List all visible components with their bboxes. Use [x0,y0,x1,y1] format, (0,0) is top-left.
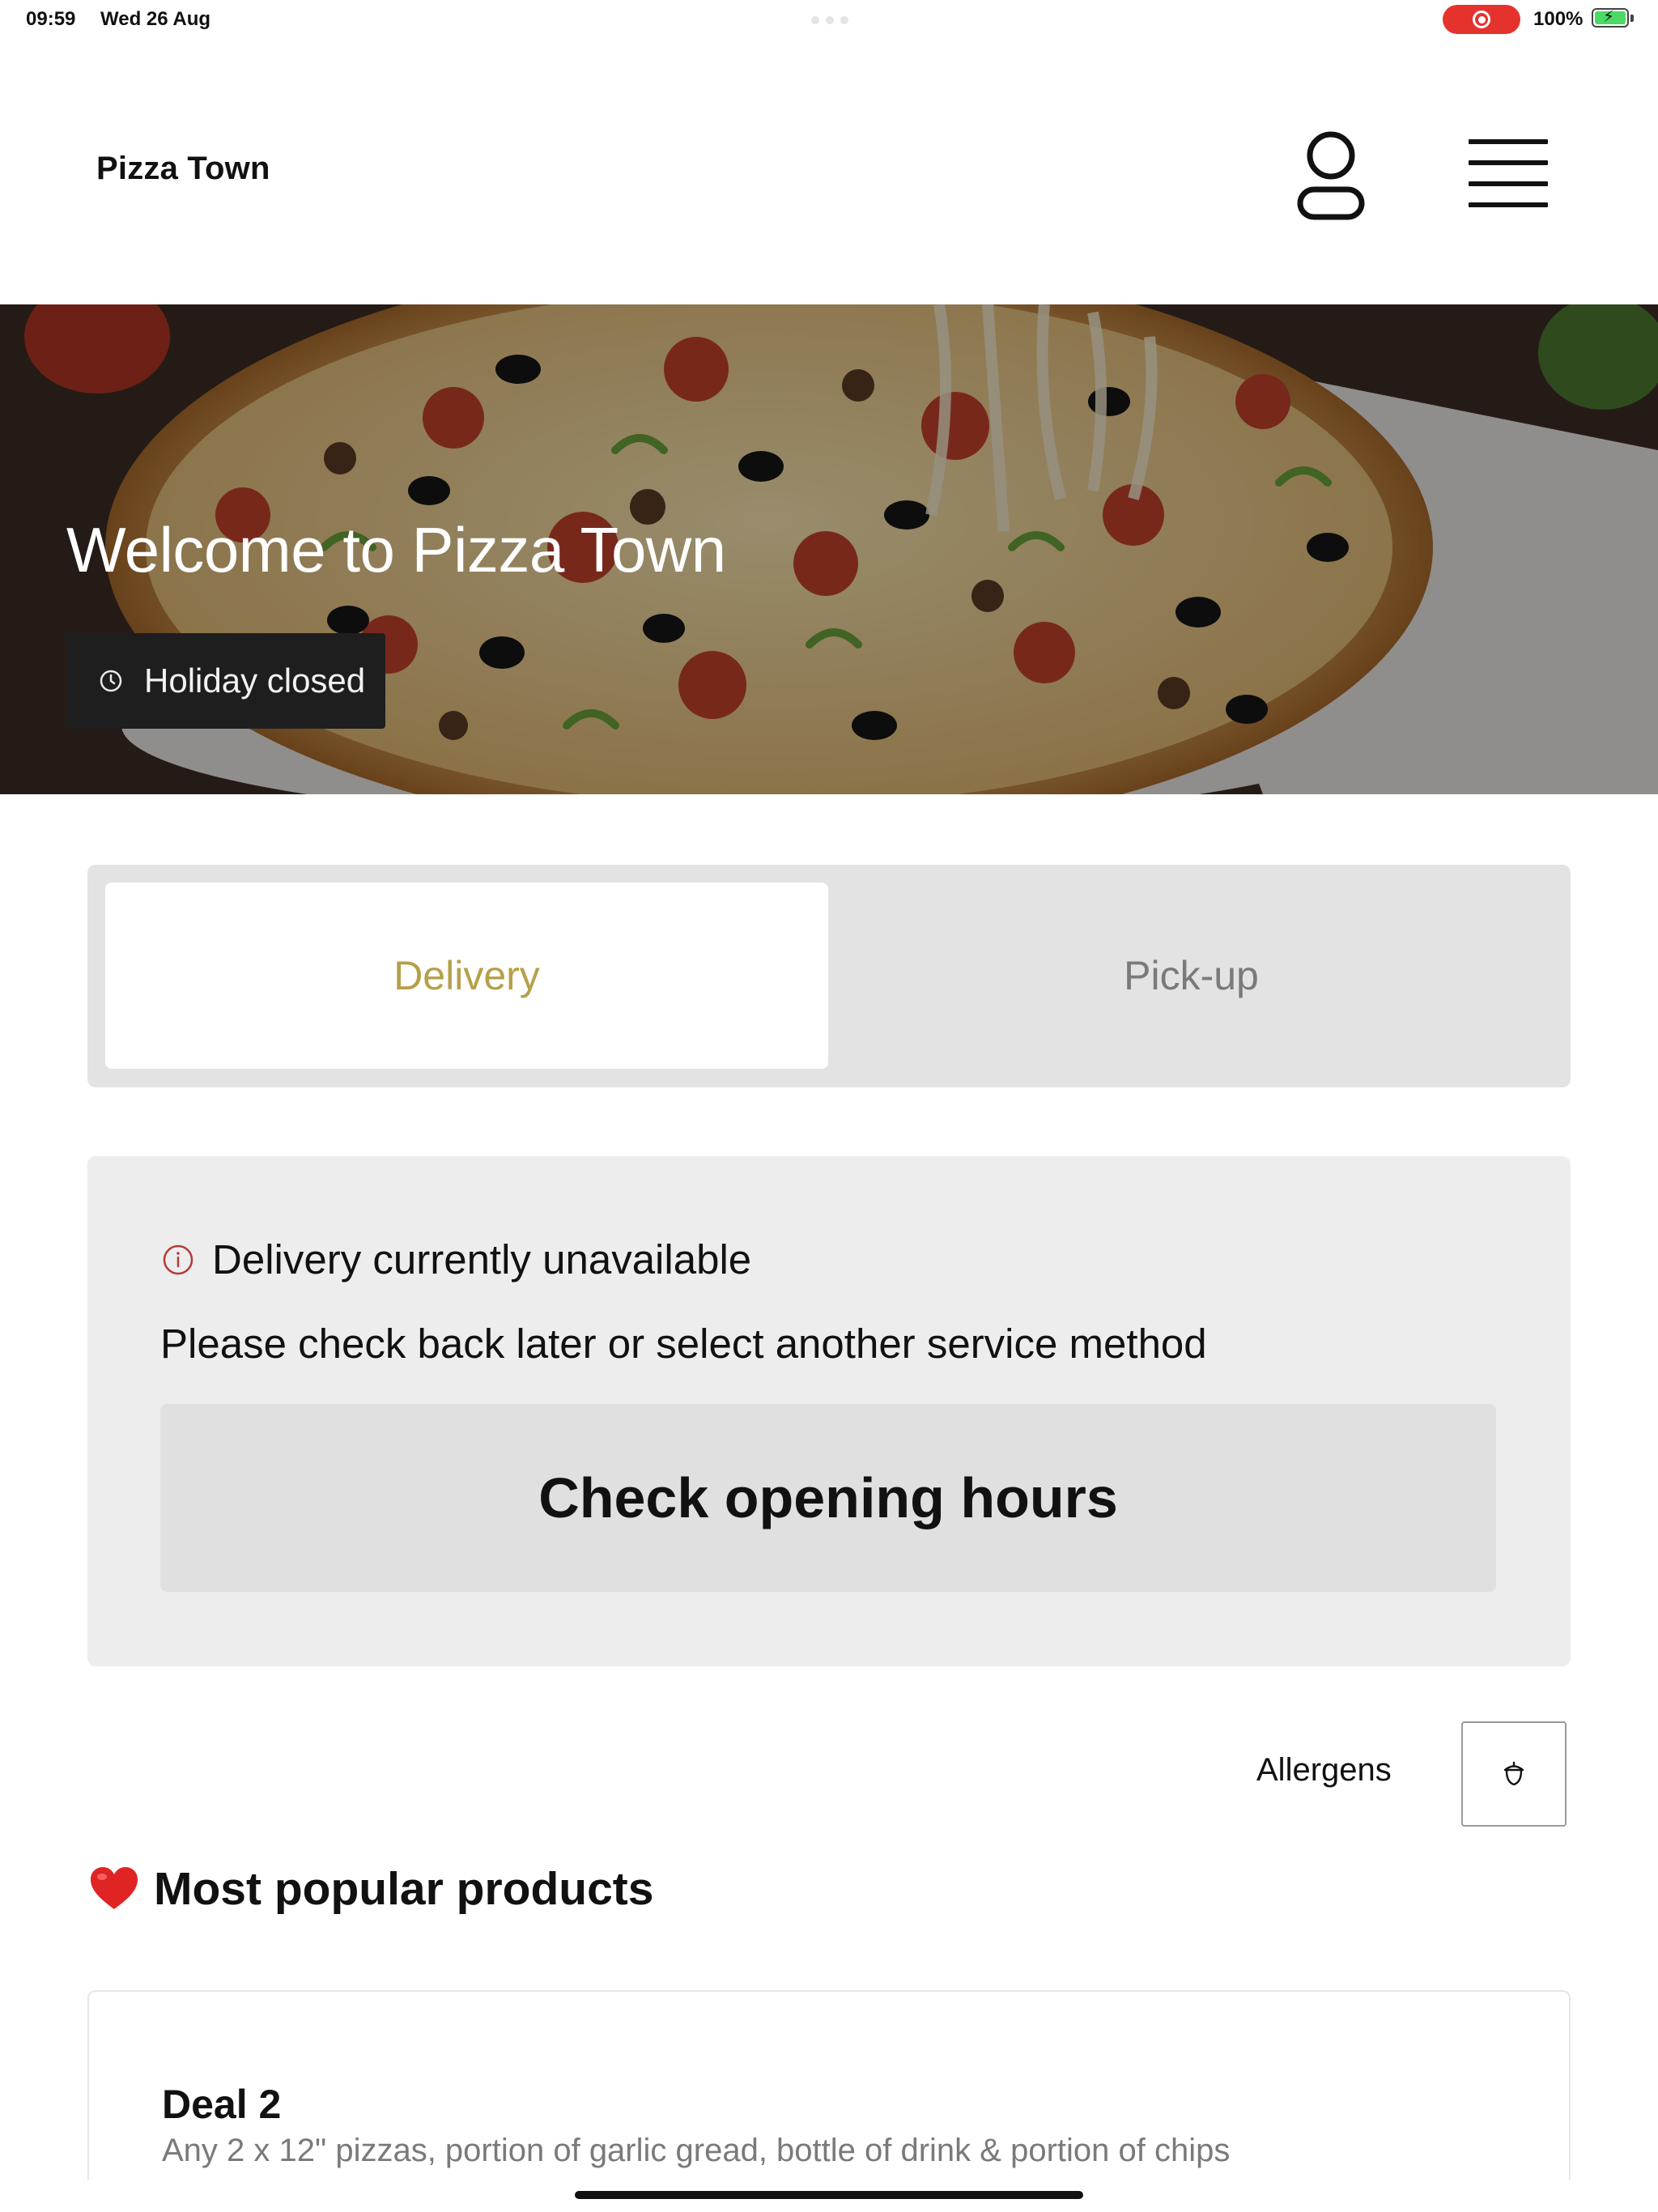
acorn-icon [1503,1761,1524,1786]
check-opening-hours-button[interactable]: Check opening hours [160,1404,1496,1592]
product-name: Deal 2 [162,2082,282,2127]
battery-percentage: 100% [1533,8,1584,30]
service-method-toggle: Delivery Pick-up [87,865,1571,1087]
allergens-button[interactable] [1461,1721,1567,1827]
hamburger-menu-icon[interactable] [1464,133,1553,214]
most-popular-heading: Most popular products [89,1862,653,1916]
allergens-label: Allergens [1256,1752,1392,1788]
hero-title: Welcome to Pizza Town [66,514,726,585]
notice-title: Delivery currently unavailable [212,1236,752,1283]
store-status-badge: Holiday closed [66,633,385,729]
home-indicator[interactable] [575,2191,1083,2199]
heart-icon [91,1867,138,1909]
hero-banner: Welcome to Pizza Town Holiday closed [0,304,1658,794]
delivery-unavailable-notice: Delivery currently unavailable Please ch… [87,1156,1571,1666]
product-card[interactable]: Deal 2 Any 2 x 12" pizzas, portion of ga… [87,1990,1571,2212]
store-status-label: Holiday closed [144,661,366,700]
site-header: Pizza Town [0,39,1658,304]
user-icon[interactable] [1292,128,1370,225]
info-icon [163,1244,193,1274]
clock-icon [100,670,122,692]
status-date: Wed 26 Aug [100,8,211,30]
multitasking-dots-icon[interactable] [811,16,848,24]
status-time: 09:59 [26,8,76,30]
most-popular-title: Most popular products [154,1863,654,1915]
notice-body: Please check back later or select anothe… [160,1321,1207,1367]
screen-recording-icon[interactable] [1443,5,1520,34]
brand-name[interactable]: Pizza Town [96,151,270,187]
delivery-option[interactable]: Delivery [105,883,828,1069]
product-description: Any 2 x 12" pizzas, portion of garlic gr… [162,2133,1231,2168]
pickup-option[interactable]: Pick-up [830,883,1553,1069]
status-bar: 09:59 Wed 26 Aug 100% [0,0,1658,39]
battery-icon [1592,6,1629,28]
